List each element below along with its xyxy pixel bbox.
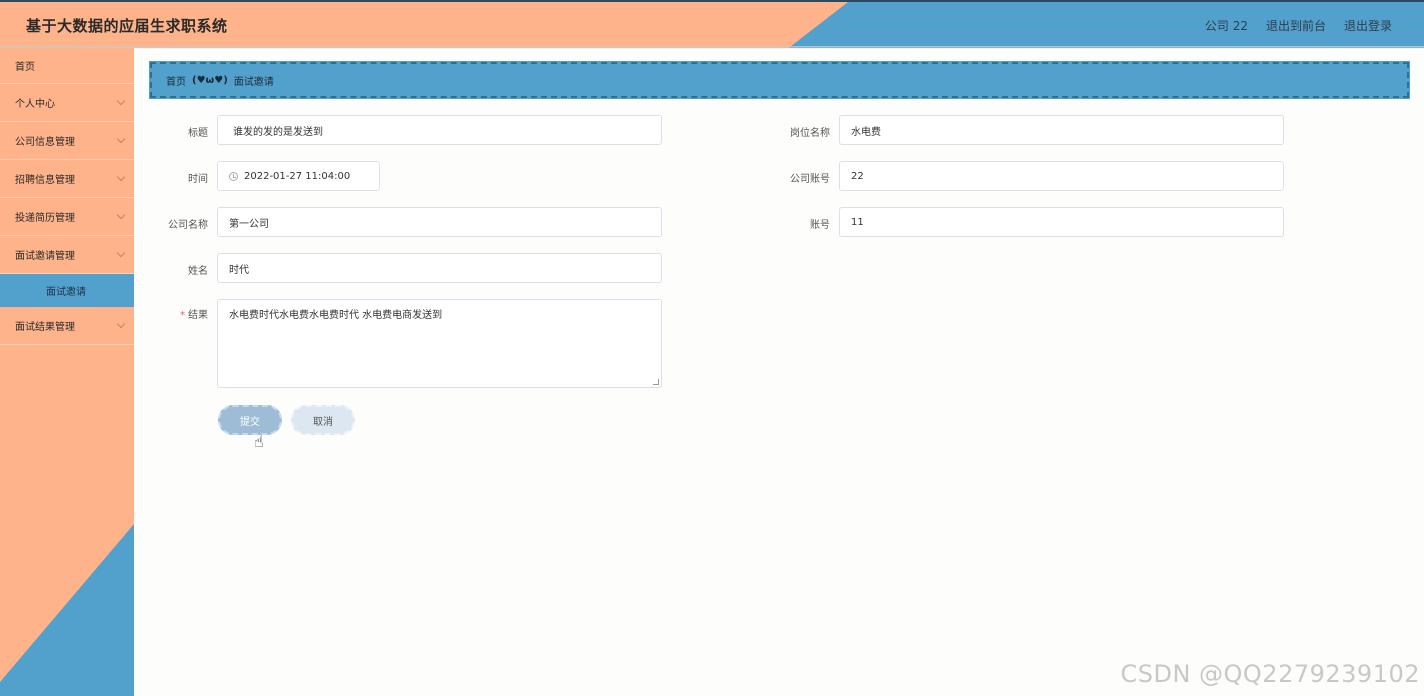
required-asterisk: * bbox=[180, 310, 185, 321]
header-shadow bbox=[0, 46, 1424, 49]
sidebar-item-resume-delivery[interactable]: 投递简历管理 bbox=[0, 198, 134, 236]
logout-link[interactable]: 退出登录 bbox=[1344, 17, 1392, 34]
company-account-input[interactable]: 22 bbox=[839, 161, 1284, 191]
sidebar-item-home[interactable]: 首页 bbox=[0, 48, 134, 84]
submit-button[interactable]: 提交 bbox=[218, 405, 282, 435]
position-value: 水电费 bbox=[851, 126, 881, 138]
current-user-label: 公司 22 bbox=[1204, 19, 1248, 33]
time-label: 时间 bbox=[188, 174, 208, 185]
watermark: CSDN @QQ2279239102 bbox=[1120, 660, 1420, 688]
chevron-down-icon bbox=[116, 248, 126, 258]
chevron-down-icon bbox=[116, 172, 126, 182]
header-actions: 公司 22 退出到前台 退出登录 bbox=[1205, 17, 1392, 34]
position-label: 岗位名称 bbox=[790, 128, 830, 139]
sidebar-item-label: 招聘信息管理 bbox=[15, 175, 75, 186]
chevron-down-icon bbox=[116, 96, 126, 106]
sidebar-item-company-info[interactable]: 公司信息管理 bbox=[0, 122, 134, 160]
exit-to-front-link[interactable]: 退出到前台 bbox=[1266, 17, 1326, 34]
result-label: * 结果 bbox=[148, 306, 208, 321]
name-value: 时代 bbox=[229, 264, 249, 276]
sidebar-item-label: 公司信息管理 bbox=[15, 137, 75, 148]
time-picker[interactable]: 2022-01-27 11:04:00 bbox=[217, 161, 380, 191]
chevron-down-icon bbox=[116, 319, 126, 329]
clock-icon bbox=[229, 171, 238, 181]
result-value: 水电费时代水电费水电费时代 水电费电商发送到 bbox=[229, 310, 443, 321]
company-name-value: 第一公司 bbox=[229, 218, 269, 230]
sidebar-item-interview-invitation-mgmt[interactable]: 面试邀请管理 bbox=[0, 236, 134, 274]
sidebar-menu: 首页 个人中心 公司信息管理 招聘信息管理 投递简历管理 面试邀请管理 面试邀请… bbox=[0, 48, 134, 345]
hand-pointer-icon: ☝ bbox=[254, 432, 264, 451]
breadcrumb: 首页 (♥ω♥) 面试邀请 bbox=[149, 61, 1410, 99]
sidebar-subitem-interview-invitation[interactable]: 面试邀请 bbox=[0, 274, 134, 307]
cancel-button[interactable]: 取消 bbox=[291, 405, 355, 435]
sidebar: 首页 个人中心 公司信息管理 招聘信息管理 投递简历管理 面试邀请管理 面试邀请… bbox=[0, 48, 134, 696]
title-input-value: 谁发的发的是发送到 bbox=[233, 126, 323, 138]
chevron-down-icon bbox=[116, 210, 126, 220]
sidebar-item-label: 首页 bbox=[15, 62, 35, 73]
sidebar-blue-corner bbox=[0, 524, 134, 696]
sidebar-item-interview-result-mgmt[interactable]: 面试结果管理 bbox=[0, 307, 134, 345]
company-name-input[interactable]: 第一公司 bbox=[217, 207, 662, 237]
company-account-label: 公司账号 bbox=[790, 174, 830, 185]
account-label: 账号 bbox=[810, 220, 830, 231]
breadcrumb-current: 面试邀请 bbox=[233, 76, 274, 88]
result-textarea[interactable]: 水电费时代水电费水电费时代 水电费电商发送到 bbox=[217, 299, 662, 388]
time-picker-value: 2022-01-27 11:04:00 bbox=[244, 170, 351, 182]
sidebar-item-label: 面试邀请管理 bbox=[15, 251, 75, 262]
position-input[interactable]: 水电费 bbox=[839, 115, 1284, 145]
name-input[interactable]: 时代 bbox=[217, 253, 662, 283]
name-label: 姓名 bbox=[188, 266, 208, 277]
app-title: 基于大数据的应届生求职系统 bbox=[26, 17, 228, 35]
company-name-label: 公司名称 bbox=[168, 220, 208, 231]
sidebar-item-label: 面试邀请 bbox=[46, 287, 86, 298]
sidebar-item-label: 面试结果管理 bbox=[15, 322, 75, 333]
sidebar-item-label: 投递简历管理 bbox=[15, 213, 75, 224]
chevron-down-icon bbox=[116, 134, 126, 144]
result-label-text: 结果 bbox=[188, 310, 208, 321]
account-value: 11 bbox=[851, 216, 864, 228]
top-header: 基于大数据的应届生求职系统 公司 22 退出到前台 退出登录 bbox=[0, 0, 1424, 48]
company-account-value: 22 bbox=[851, 170, 864, 182]
breadcrumb-separator: (♥ω♥) bbox=[192, 74, 228, 86]
breadcrumb-home[interactable]: 首页 bbox=[166, 73, 186, 88]
title-input[interactable]: 谁发的发的是发送到 bbox=[217, 115, 662, 145]
account-input[interactable]: 11 bbox=[839, 207, 1284, 237]
sidebar-item-personal-center[interactable]: 个人中心 bbox=[0, 84, 134, 122]
sidebar-item-label: 个人中心 bbox=[15, 99, 55, 110]
resize-handle-icon[interactable] bbox=[653, 379, 659, 385]
title-label: 标题 bbox=[188, 128, 208, 139]
sidebar-item-recruitment-info[interactable]: 招聘信息管理 bbox=[0, 160, 134, 198]
